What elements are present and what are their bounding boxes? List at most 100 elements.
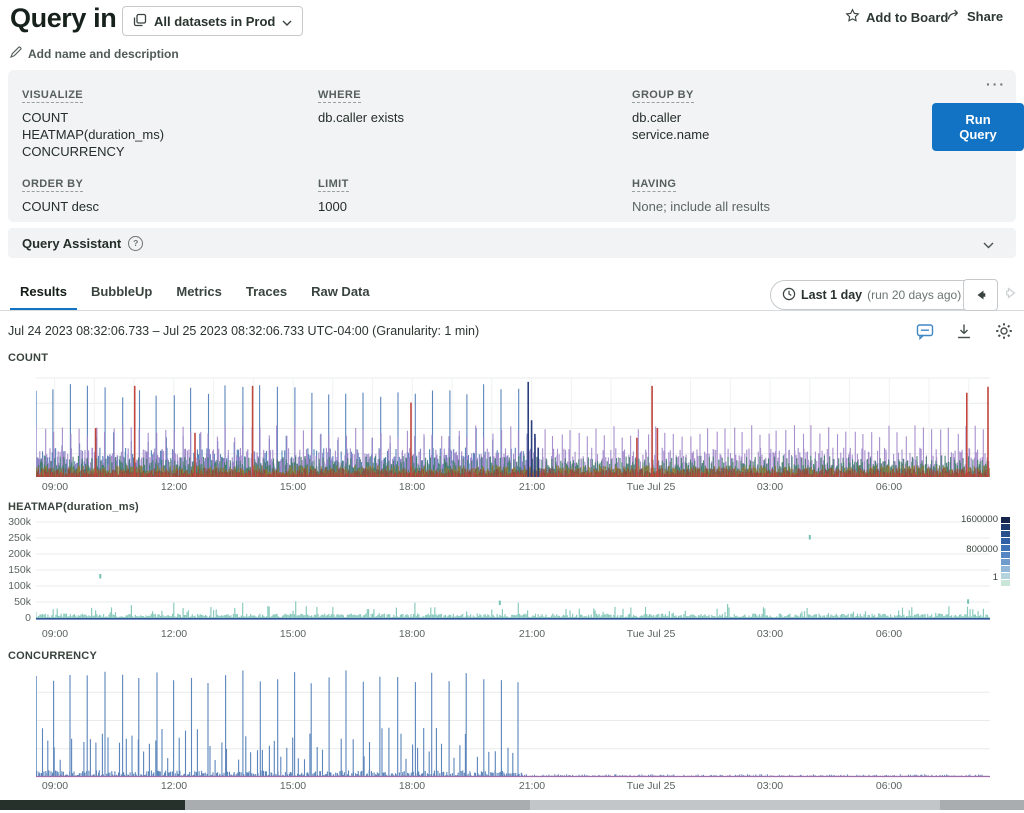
chevron-down-icon: [282, 14, 292, 29]
concurrency-chart[interactable]: [36, 664, 990, 778]
order-by-clause[interactable]: ORDER BY COUNT desc: [22, 174, 99, 215]
heatmap-legend-ramp: [1001, 517, 1010, 586]
having-value[interactable]: None; include all results: [632, 198, 770, 215]
x-tick-label: 09:00: [42, 780, 68, 792]
page-title: Query in: [10, 0, 116, 36]
group-by-value[interactable]: service.name: [632, 126, 709, 143]
concurrency-x-axis: 09:0012:0015:0018:0021:00Tue Jul 2503:00…: [36, 780, 990, 794]
honeycomb-query-page: Query in All datasets in Prod Add to Boa…: [0, 0, 1024, 813]
star-icon: [845, 8, 860, 26]
count-x-axis: 09:0012:0015:0018:0021:00Tue Jul 2503:00…: [36, 481, 990, 495]
limit-label: LIMIT: [318, 178, 349, 192]
x-tick-label: 03:00: [757, 481, 783, 493]
order-by-value[interactable]: COUNT desc: [22, 198, 99, 215]
dataset-selector-button[interactable]: All datasets in Prod: [122, 6, 303, 36]
heatmap-legend-min: 1: [880, 572, 998, 583]
heatmap-chart[interactable]: [36, 514, 990, 624]
x-tick-label: 06:00: [876, 628, 902, 640]
tab-bubbleup[interactable]: BubbleUp: [81, 277, 162, 311]
legend-swatch: [1001, 545, 1010, 551]
group-by-label: GROUP BY: [632, 89, 694, 103]
next-query-button[interactable]: [1003, 286, 1019, 305]
where-clause[interactable]: WHERE db.caller exists: [318, 85, 404, 126]
legend-swatch: [1001, 531, 1010, 537]
dataset-selector-label: All datasets in Prod: [154, 14, 275, 29]
add-name-description-label: Add name and description: [28, 47, 179, 61]
results-table-edge-segment: [940, 800, 1024, 810]
time-range-summary: Jul 24 2023 08:32:06.733 – Jul 25 2023 0…: [8, 324, 479, 338]
x-tick-label: Tue Jul 25: [627, 628, 676, 640]
y-tick-label: 100k: [0, 580, 31, 592]
x-tick-label: 06:00: [876, 481, 902, 493]
add-to-board-button[interactable]: Add to Board: [845, 8, 948, 26]
gear-icon[interactable]: [995, 322, 1013, 345]
legend-swatch: [1001, 552, 1010, 558]
results-table-edge-segment: [530, 800, 940, 810]
comment-icon[interactable]: [916, 323, 934, 345]
where-value[interactable]: db.caller exists: [318, 109, 404, 126]
x-tick-label: 15:00: [280, 481, 306, 493]
time-range-note: (run 20 days ago): [867, 288, 961, 302]
heatmap-legend-max: 1600000: [880, 514, 998, 525]
legend-swatch: [1001, 559, 1010, 565]
add-name-description[interactable]: Add name and description: [10, 46, 179, 61]
share-button[interactable]: Share: [947, 8, 1003, 24]
legend-swatch: [1001, 580, 1010, 586]
share-icon: [947, 8, 961, 24]
time-range-label: Last 1 day: [801, 288, 862, 302]
limit-value[interactable]: 1000: [318, 198, 349, 215]
run-query-button[interactable]: Run Query: [932, 103, 1024, 151]
x-tick-label: 15:00: [280, 628, 306, 640]
time-range-selector[interactable]: Last 1 day (run 20 days ago): [770, 280, 988, 310]
x-tick-label: Tue Jul 25: [627, 481, 676, 493]
y-tick-label: 300k: [0, 516, 31, 528]
tab-traces[interactable]: Traces: [236, 277, 297, 311]
add-to-board-label: Add to Board: [866, 10, 948, 25]
x-tick-label: 21:00: [519, 481, 545, 493]
having-clause[interactable]: HAVING None; include all results: [632, 174, 770, 215]
tab-raw-data[interactable]: Raw Data: [301, 277, 380, 311]
results-table-edge-segment: [185, 800, 530, 810]
x-tick-label: 06:00: [876, 780, 902, 792]
tab-results[interactable]: Results: [10, 277, 77, 311]
visualize-clause[interactable]: VISUALIZE COUNT HEATMAP(duration_ms) CON…: [22, 85, 164, 160]
query-builder-panel: VISUALIZE COUNT HEATMAP(duration_ms) CON…: [8, 70, 1016, 222]
count-chart[interactable]: [36, 376, 990, 478]
datasets-icon: [133, 13, 147, 30]
x-tick-label: 12:00: [161, 628, 187, 640]
visualize-value[interactable]: COUNT: [22, 109, 164, 126]
query-overflow-menu[interactable]: ···: [986, 76, 1006, 92]
legend-swatch: [1001, 517, 1010, 523]
heatmap-chart-title: HEATMAP(duration_ms): [8, 501, 139, 513]
tab-metrics[interactable]: Metrics: [166, 277, 232, 311]
y-tick-label: 0: [0, 612, 31, 624]
help-icon: ?: [128, 236, 143, 251]
x-tick-label: 03:00: [757, 780, 783, 792]
x-tick-label: 09:00: [42, 481, 68, 493]
where-label: WHERE: [318, 89, 361, 103]
y-tick-label: 150k: [0, 564, 31, 576]
download-icon[interactable]: [956, 323, 972, 345]
previous-query-button[interactable]: [963, 279, 998, 311]
chevron-down-icon[interactable]: [983, 237, 994, 252]
group-by-clause[interactable]: GROUP BY db.caller service.name: [632, 85, 709, 143]
having-label: HAVING: [632, 178, 676, 192]
group-by-value[interactable]: db.caller: [632, 109, 709, 126]
y-tick-label: 250k: [0, 532, 31, 544]
legend-swatch: [1001, 566, 1010, 572]
query-assistant-label: Query Assistant: [22, 236, 121, 251]
limit-clause[interactable]: LIMIT 1000: [318, 174, 349, 215]
arrow-right-icon: [1003, 286, 1019, 300]
arrow-left-icon: [973, 288, 989, 302]
visualize-value[interactable]: CONCURRENCY: [22, 143, 164, 160]
x-tick-label: 12:00: [161, 481, 187, 493]
results-table-edge-segment: [0, 800, 185, 810]
y-tick-label: 50k: [0, 596, 31, 608]
order-by-label: ORDER BY: [22, 178, 83, 192]
heatmap-legend-mid: 800000: [880, 544, 998, 555]
share-label: Share: [967, 9, 1003, 24]
legend-swatch: [1001, 524, 1010, 530]
query-assistant-bar[interactable]: Query Assistant ?: [8, 228, 1016, 258]
visualize-value[interactable]: HEATMAP(duration_ms): [22, 126, 164, 143]
x-tick-label: 03:00: [757, 628, 783, 640]
